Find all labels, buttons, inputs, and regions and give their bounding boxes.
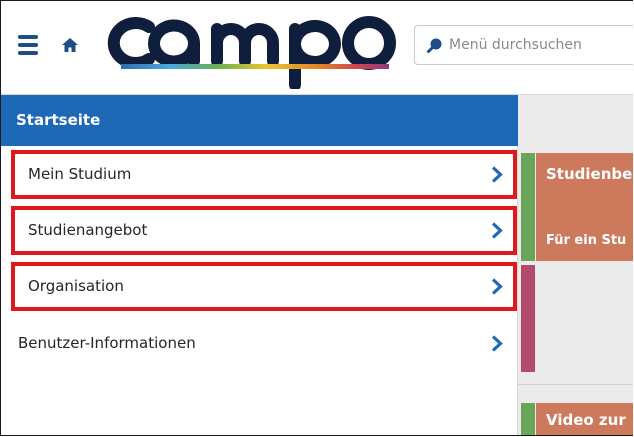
- tile-studienbeginn[interactable]: Studienbe Für ein Stu: [536, 153, 633, 261]
- tile-placeholder: [536, 265, 633, 372]
- hamburger-menu-icon[interactable]: [18, 35, 38, 55]
- sidebar-item-label: Studienangebot: [28, 221, 148, 239]
- main-content-area: Studienbe Für ein Stu Video zur: [518, 95, 633, 435]
- sidebar-item-studienangebot[interactable]: Studienangebot: [11, 206, 517, 255]
- sidebar-item-benutzer-informationen[interactable]: Benutzer-Informationen: [1, 319, 517, 368]
- sidebar-item-label: Mein Studium: [28, 165, 132, 183]
- top-header: campo: [1, 1, 633, 95]
- home-icon[interactable]: [61, 36, 79, 54]
- menu-search-box[interactable]: [414, 25, 633, 65]
- tile-accent-strip: [521, 265, 535, 372]
- chevron-right-icon: [491, 166, 503, 183]
- tile-accent-strip: [521, 403, 535, 435]
- chevron-right-icon: [491, 335, 503, 352]
- sidebar-item-organisation[interactable]: Organisation: [11, 262, 517, 311]
- tile-title: Video zur: [546, 411, 626, 429]
- tile-video[interactable]: Video zur: [536, 403, 633, 435]
- sidebar-item-label: Organisation: [28, 277, 124, 295]
- app-window: campo Startseite Mein Studium Studienang…: [0, 0, 633, 436]
- campo-logo[interactable]: campo: [99, 3, 411, 89]
- sidebar-title-startseite[interactable]: Startseite: [1, 95, 518, 146]
- chevron-right-icon: [491, 278, 503, 295]
- search-icon: [427, 38, 442, 53]
- content-divider: [518, 384, 633, 385]
- sidebar-item-mein-studium[interactable]: Mein Studium: [11, 150, 517, 199]
- sidebar-item-label: Benutzer-Informationen: [18, 334, 196, 352]
- tile-accent-strip: [521, 153, 535, 261]
- chevron-right-icon: [491, 222, 503, 239]
- menu-search-input[interactable]: [449, 34, 633, 56]
- navigation-sidebar: Startseite Mein Studium Studienangebot O…: [1, 95, 518, 435]
- tile-title: Studienbe: [546, 165, 633, 183]
- tile-subtitle: Für ein Stu: [546, 233, 627, 248]
